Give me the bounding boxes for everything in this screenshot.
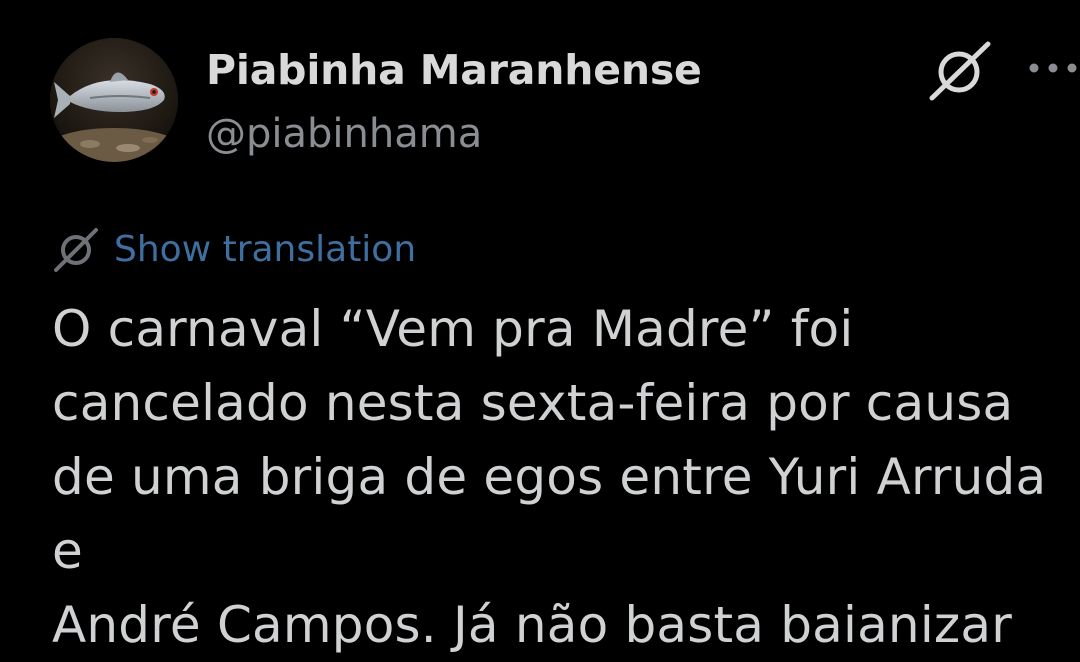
author-handle[interactable]: @piabinhama [206,108,482,160]
show-translation-row[interactable]: Show translation [50,222,416,278]
fish-avatar-icon [50,38,178,162]
author-display-name[interactable]: Piabinha Maranhense [206,44,702,96]
grok-icon [54,228,98,272]
tweet-text: O carnaval “Vem pra Madre” foi cancelado… [52,300,1047,654]
grok-icon[interactable] [924,40,994,102]
show-translation-link[interactable]: Show translation [114,222,416,278]
avatar[interactable] [50,38,178,162]
more-options-icon[interactable] [1026,52,1080,84]
